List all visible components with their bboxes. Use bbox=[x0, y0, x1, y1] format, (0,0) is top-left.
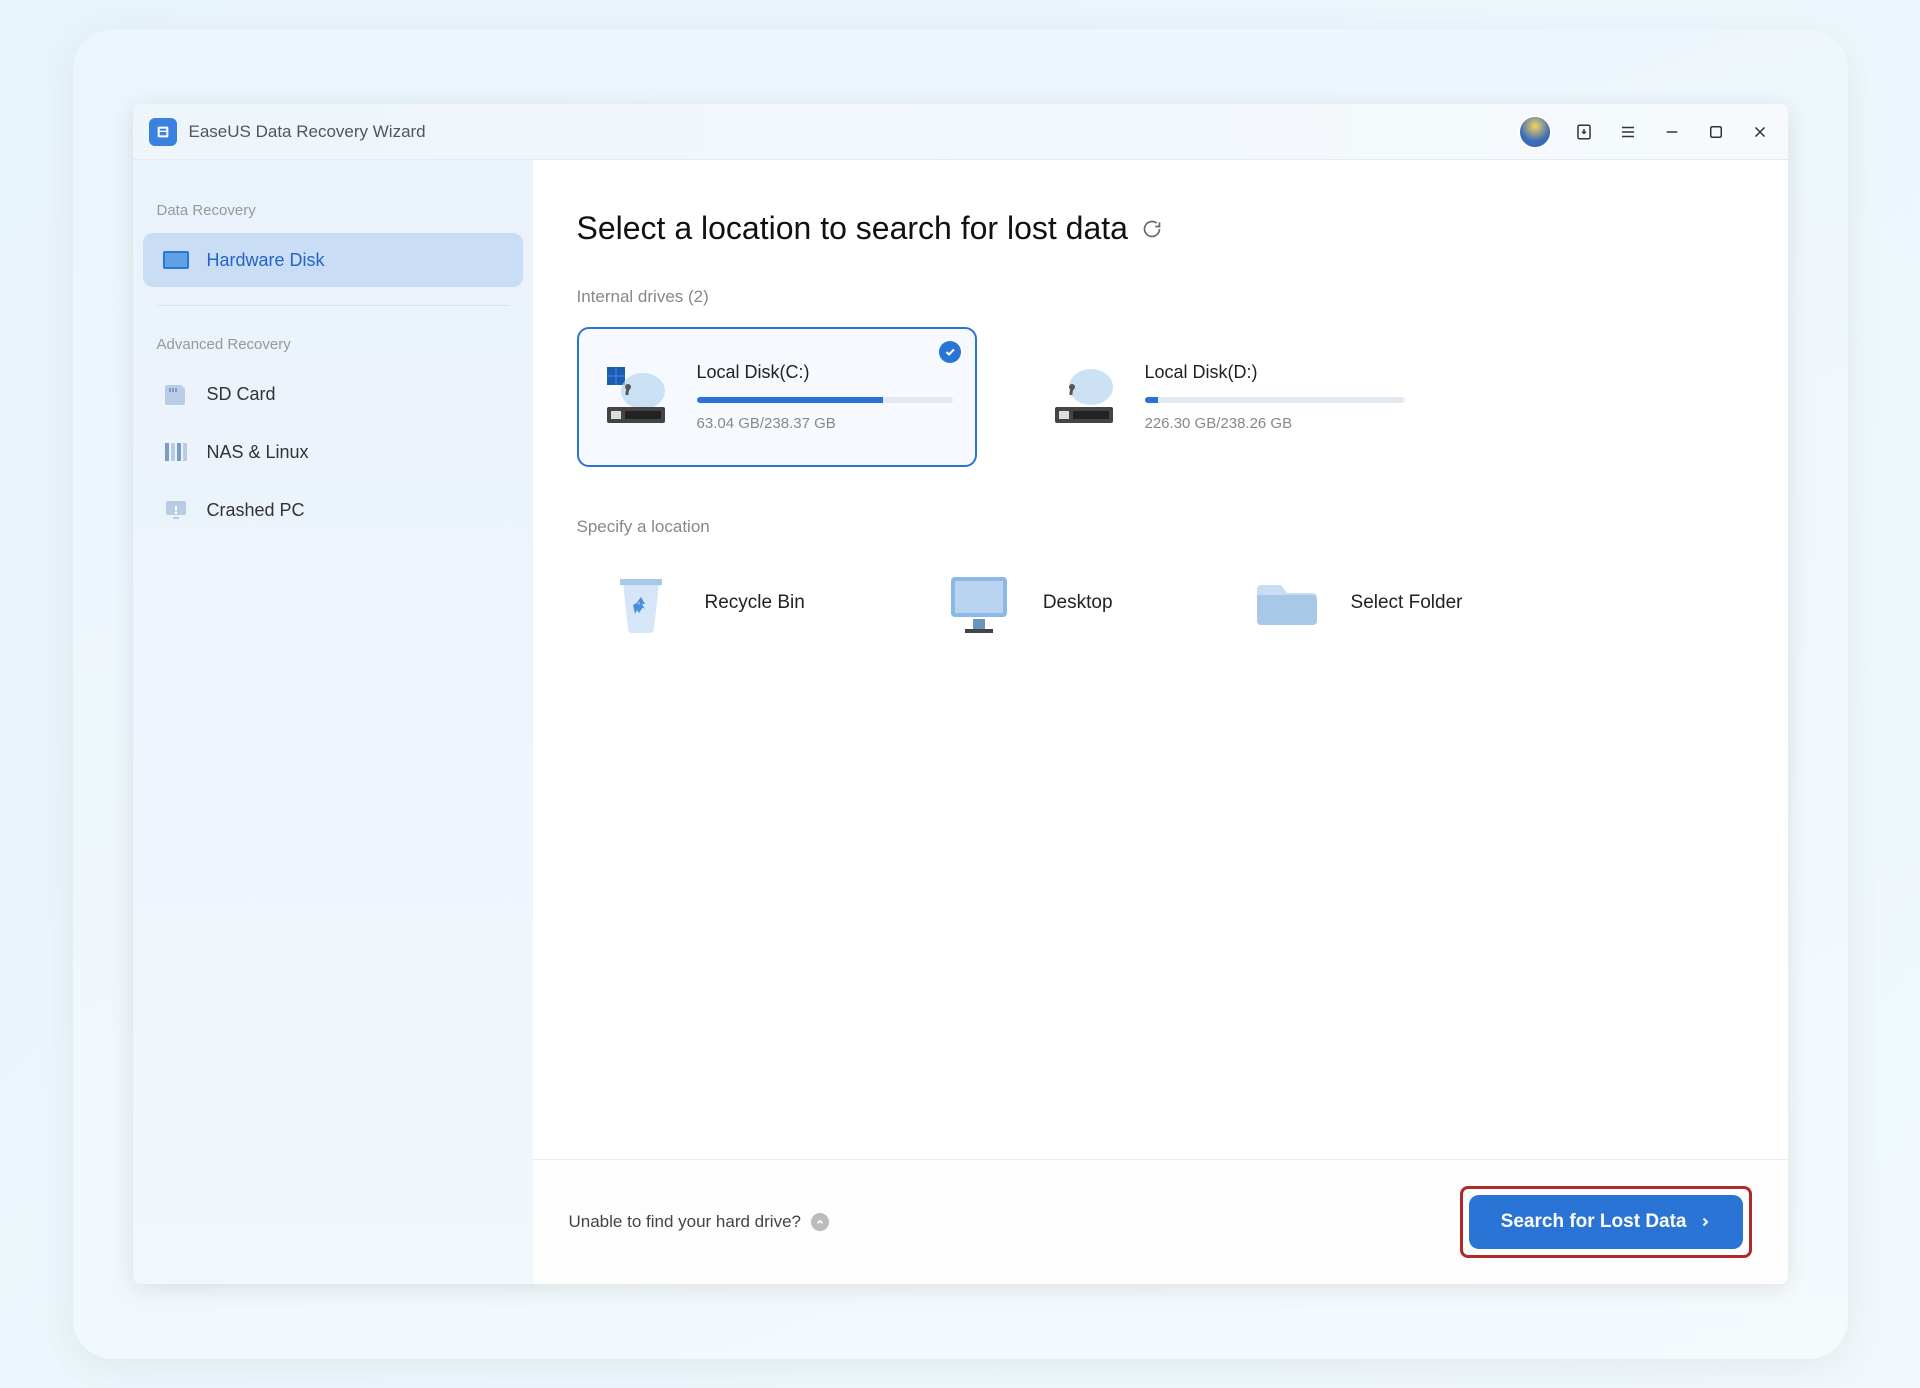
footer-help[interactable]: Unable to find your hard drive? bbox=[569, 1212, 829, 1232]
sidebar-section-data-recovery: Data Recovery bbox=[143, 190, 523, 229]
drive-usage-bar bbox=[1145, 397, 1405, 403]
page-title-row: Select a location to search for lost dat… bbox=[577, 210, 1744, 247]
maximize-icon[interactable] bbox=[1704, 120, 1728, 144]
recycle-bin-icon bbox=[605, 567, 677, 639]
outer-frame: EaseUS Data Recovery Wizard Data Recover… bbox=[73, 29, 1848, 1359]
search-button-label: Search for Lost Data bbox=[1501, 1211, 1687, 1233]
location-label: Select Folder bbox=[1351, 592, 1463, 614]
drive-info: Local Disk(D:) 226.30 GB/238.26 GB bbox=[1145, 362, 1405, 432]
folder-icon bbox=[1251, 567, 1323, 639]
sidebar: Data Recovery Hardware Disk Advanced Rec… bbox=[133, 160, 533, 1284]
hardware-disk-icon bbox=[163, 249, 189, 271]
titlebar-right bbox=[1518, 115, 1772, 149]
drives-row: Local Disk(C:) 63.04 GB/238.37 GB L bbox=[577, 327, 1744, 467]
close-icon[interactable] bbox=[1748, 120, 1772, 144]
drive-icon bbox=[601, 365, 675, 429]
drive-usage-text: 63.04 GB/238.37 GB bbox=[697, 415, 953, 432]
location-recycle-bin[interactable]: Recycle Bin bbox=[577, 567, 805, 639]
menu-icon[interactable] bbox=[1616, 120, 1640, 144]
page-title: Select a location to search for lost dat… bbox=[577, 210, 1128, 247]
crashed-pc-icon bbox=[163, 499, 189, 521]
nas-icon bbox=[163, 441, 189, 463]
location-select-folder[interactable]: Select Folder bbox=[1223, 567, 1463, 639]
content-body: Select a location to search for lost dat… bbox=[533, 160, 1788, 1159]
drive-icon bbox=[1049, 365, 1123, 429]
footer-help-text: Unable to find your hard drive? bbox=[569, 1212, 801, 1232]
location-label: Recycle Bin bbox=[705, 592, 805, 614]
chevron-right-icon bbox=[1699, 1214, 1711, 1230]
specify-location-label: Specify a location bbox=[577, 517, 1744, 537]
sidebar-item-nas-linux[interactable]: NAS & Linux bbox=[143, 425, 523, 479]
location-desktop[interactable]: Desktop bbox=[915, 567, 1113, 639]
check-icon bbox=[939, 341, 961, 363]
titlebar-left: EaseUS Data Recovery Wizard bbox=[149, 118, 426, 146]
drive-card-c[interactable]: Local Disk(C:) 63.04 GB/238.37 GB bbox=[577, 327, 977, 467]
drive-usage-bar bbox=[697, 397, 953, 403]
sidebar-item-hardware-disk[interactable]: Hardware Disk bbox=[143, 233, 523, 287]
sidebar-item-crashed-pc[interactable]: Crashed PC bbox=[143, 483, 523, 537]
search-for-lost-data-button[interactable]: Search for Lost Data bbox=[1469, 1195, 1743, 1249]
drive-card-d[interactable]: Local Disk(D:) 226.30 GB/238.26 GB bbox=[1027, 327, 1427, 467]
sidebar-item-label: Hardware Disk bbox=[207, 250, 325, 271]
sidebar-item-label: SD Card bbox=[207, 384, 276, 405]
main-area: Data Recovery Hardware Disk Advanced Rec… bbox=[133, 160, 1788, 1284]
drive-name: Local Disk(D:) bbox=[1145, 362, 1405, 383]
footer: Unable to find your hard drive? Search f… bbox=[533, 1159, 1788, 1284]
refresh-icon[interactable] bbox=[1142, 219, 1162, 239]
app-title: EaseUS Data Recovery Wizard bbox=[189, 122, 426, 142]
download-icon[interactable] bbox=[1572, 120, 1596, 144]
locations-row: Recycle Bin Desktop Select Folder bbox=[577, 567, 1744, 639]
titlebar: EaseUS Data Recovery Wizard bbox=[133, 104, 1788, 160]
sidebar-section-advanced-recovery: Advanced Recovery bbox=[143, 324, 523, 363]
drive-info: Local Disk(C:) 63.04 GB/238.37 GB bbox=[697, 362, 953, 432]
app-logo-icon bbox=[149, 118, 177, 146]
sidebar-item-label: Crashed PC bbox=[207, 500, 305, 521]
location-label: Desktop bbox=[1043, 592, 1113, 614]
sd-card-icon bbox=[163, 383, 189, 405]
search-button-highlight: Search for Lost Data bbox=[1460, 1186, 1752, 1258]
drive-name: Local Disk(C:) bbox=[697, 362, 953, 383]
chevron-up-icon bbox=[811, 1213, 829, 1231]
sidebar-divider bbox=[157, 305, 509, 306]
drive-usage-fill bbox=[697, 397, 884, 403]
drive-usage-fill bbox=[1145, 397, 1158, 403]
drive-usage-text: 226.30 GB/238.26 GB bbox=[1145, 415, 1405, 432]
minimize-icon[interactable] bbox=[1660, 120, 1684, 144]
sidebar-item-label: NAS & Linux bbox=[207, 442, 309, 463]
app-window: EaseUS Data Recovery Wizard Data Recover… bbox=[133, 104, 1788, 1284]
sidebar-item-sd-card[interactable]: SD Card bbox=[143, 367, 523, 421]
desktop-icon bbox=[943, 567, 1015, 639]
internal-drives-label: Internal drives (2) bbox=[577, 287, 1744, 307]
user-avatar[interactable] bbox=[1518, 115, 1552, 149]
content: Select a location to search for lost dat… bbox=[533, 160, 1788, 1284]
